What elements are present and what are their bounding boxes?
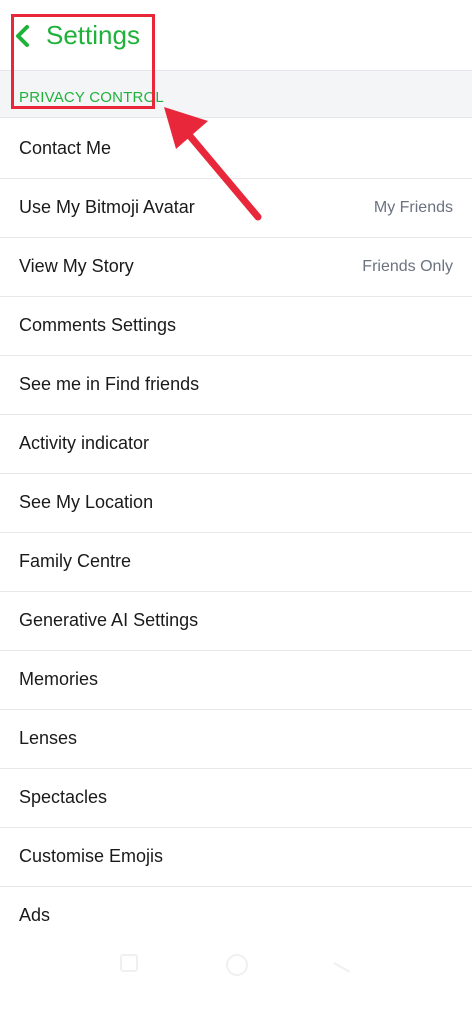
row-label: Memories [19, 669, 99, 689]
annotation-arrow-icon [164, 107, 262, 221]
row-label: Family Centre [19, 551, 132, 571]
settings-row-find-friends[interactable]: See me in Find friends [0, 356, 472, 415]
settings-row-comments-settings[interactable]: Comments Settings [0, 297, 472, 356]
row-label: Spectacles [19, 787, 108, 807]
row-value: My Friends [373, 199, 453, 216]
settings-row-activity-indicator[interactable]: Activity indicator [0, 415, 472, 474]
settings-row-ads[interactable]: Ads [0, 887, 472, 946]
row-label: Activity indicator [19, 433, 150, 453]
row-label: See me in Find friends [19, 374, 200, 394]
annotation-highlight-box [11, 14, 155, 109]
circle-home-icon[interactable] [224, 952, 250, 978]
settings-row-memories[interactable]: Memories [0, 651, 472, 710]
settings-row-spectacles[interactable]: Spectacles [0, 769, 472, 828]
row-label: View My Story [19, 256, 134, 276]
row-label: Generative AI Settings [19, 610, 199, 630]
back-triangle-icon[interactable] [330, 952, 354, 974]
square-icon[interactable] [118, 952, 140, 974]
row-label: Contact Me [19, 138, 112, 158]
row-label: Ads [19, 905, 51, 925]
row-label: Lenses [19, 728, 78, 748]
settings-list: Contact Me Use My Bitmoji Avatar My Frie… [0, 120, 472, 946]
row-value: Friends Only [362, 258, 453, 275]
settings-row-generative-ai[interactable]: Generative AI Settings [0, 592, 472, 651]
settings-row-customise-emojis[interactable]: Customise Emojis [0, 828, 472, 887]
system-nav-bar [0, 940, 472, 990]
settings-row-lenses[interactable]: Lenses [0, 710, 472, 769]
row-label: Comments Settings [19, 315, 177, 335]
settings-row-family-centre[interactable]: Family Centre [0, 533, 472, 592]
row-label: See My Location [19, 492, 154, 512]
row-label: Customise Emojis [19, 846, 164, 866]
settings-row-view-my-story[interactable]: View My Story Friends Only [0, 238, 472, 297]
settings-row-see-my-location[interactable]: See My Location [0, 474, 472, 533]
